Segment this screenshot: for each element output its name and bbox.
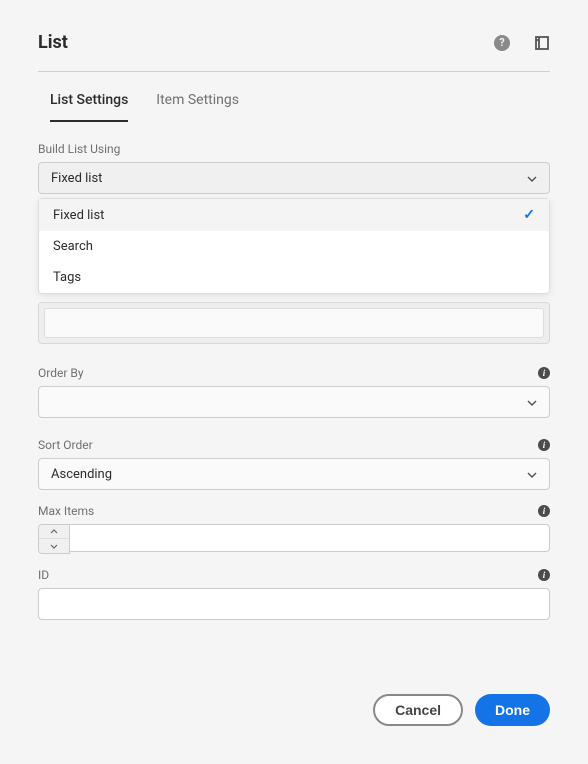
sort-order-select[interactable]: Ascending [38, 458, 550, 490]
dropdown-option-label: Fixed list [53, 208, 104, 223]
dropdown-option-search[interactable]: Search [39, 231, 549, 262]
fullscreen-icon[interactable] [534, 35, 550, 51]
build-list-dropdown: Fixed list ✓ Search Tags [38, 198, 550, 294]
dropdown-option-tags[interactable]: Tags [39, 262, 549, 293]
done-button[interactable]: Done [475, 694, 550, 726]
tab-list-settings[interactable]: List Settings [50, 92, 128, 122]
cancel-button[interactable]: Cancel [373, 694, 463, 726]
dropdown-option-fixed-list[interactable]: Fixed list ✓ [39, 199, 549, 231]
sort-order-value: Ascending [51, 467, 112, 482]
stepper-up[interactable] [39, 525, 69, 539]
quantity-stepper [38, 524, 70, 554]
info-icon[interactable]: i [538, 367, 550, 379]
stepper-down[interactable] [39, 539, 69, 553]
page-title: List [38, 32, 68, 53]
sort-order-label: Sort Order [38, 438, 93, 452]
help-icon[interactable]: ? [494, 35, 510, 51]
max-items-input[interactable] [70, 524, 550, 552]
info-icon[interactable]: i [538, 505, 550, 517]
check-icon: ✓ [523, 207, 535, 223]
chevron-down-icon [527, 397, 537, 407]
chevron-down-icon [527, 469, 537, 479]
id-input[interactable] [38, 588, 550, 620]
obscured-panel [38, 302, 550, 344]
build-list-label: Build List Using [38, 142, 120, 156]
order-by-select[interactable] [38, 386, 550, 418]
max-items-label: Max Items [38, 504, 94, 518]
build-list-select[interactable]: Fixed list [38, 162, 550, 194]
info-icon[interactable]: i [538, 569, 550, 581]
dropdown-option-label: Tags [53, 270, 81, 285]
info-icon[interactable]: i [538, 439, 550, 451]
chevron-down-icon [527, 173, 537, 183]
order-by-label: Order By [38, 366, 84, 380]
id-label: ID [38, 568, 49, 582]
build-list-value: Fixed list [51, 171, 102, 186]
dropdown-option-label: Search [53, 239, 93, 254]
tab-item-settings[interactable]: Item Settings [156, 92, 239, 122]
